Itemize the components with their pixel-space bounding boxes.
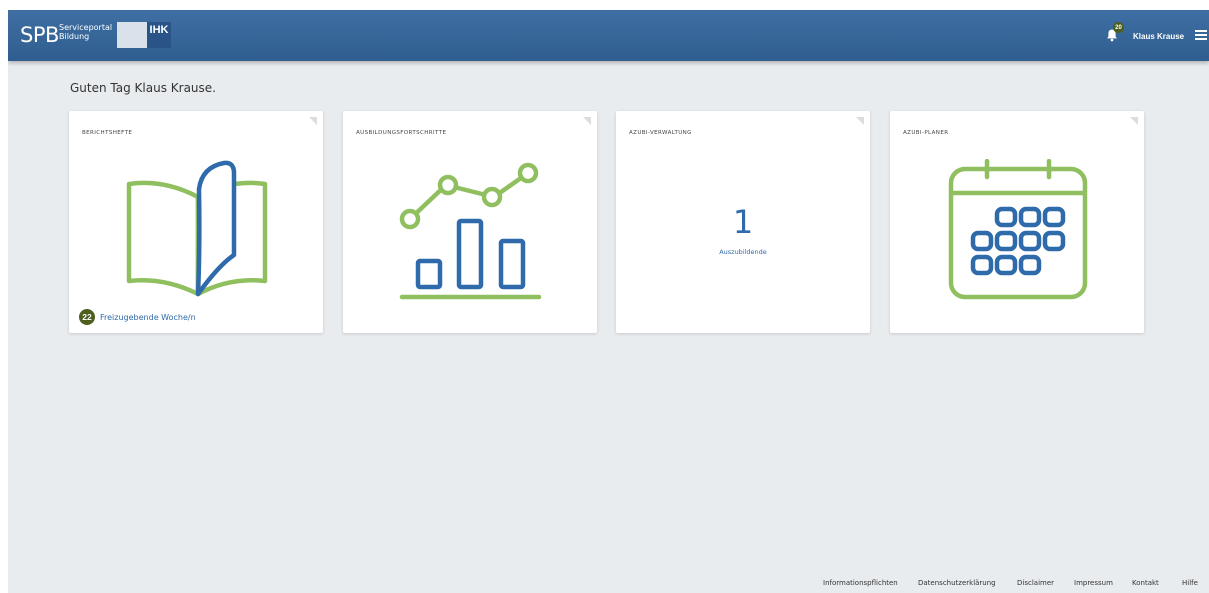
ihk-logo: IHK	[147, 22, 171, 48]
card-corner-fold-icon	[856, 117, 864, 125]
footer-link-impressum[interactable]: Impressum	[1074, 579, 1113, 587]
card-corner-fold-icon	[309, 117, 317, 125]
footer-link-disclaimer[interactable]: Disclaimer	[1017, 579, 1054, 587]
card-title: BERICHTSHEFTE	[82, 130, 133, 136]
card-title: AZUBI-VERWALTUNG	[629, 130, 692, 136]
hamburger-menu-icon[interactable]	[1195, 30, 1207, 40]
card-berichtshefte[interactable]: BERICHTSHEFTE 22 Freizugebende Woche/n	[69, 111, 323, 333]
footer: Informationspflichten Datenschutzerkläru…	[8, 579, 1209, 591]
card-corner-fold-icon	[1130, 117, 1138, 125]
open-book-icon	[126, 160, 268, 297]
calendar-icon	[948, 159, 1088, 300]
card-title: AUSBILDUNGSFORTSCHRITTE	[356, 130, 447, 136]
app-frame: SPB Serviceportal Bildung IHK 20 Klaus K…	[8, 10, 1209, 593]
greeting-text: Guten Tag Klaus Krause.	[70, 81, 216, 95]
notification-count-badge[interactable]: 20	[1113, 22, 1124, 33]
footer-link-hilfe[interactable]: Hilfe	[1182, 579, 1198, 587]
card-corner-fold-icon	[583, 117, 591, 125]
progress-chart-icon	[399, 162, 542, 300]
user-name[interactable]: Klaus Krause	[1133, 32, 1184, 41]
logo-subtitle-line-1: Serviceportal	[59, 23, 113, 32]
footer-link-informationspflichten[interactable]: Informationspflichten	[823, 579, 898, 587]
logo-spb[interactable]: SPB	[20, 23, 59, 47]
top-bar: SPB Serviceportal Bildung IHK 20 Klaus K…	[8, 10, 1209, 61]
footer-link-datenschutz[interactable]: Datenschutzerklärung	[918, 579, 996, 587]
card-azubi-planer[interactable]: AZUBI-PLANER	[890, 111, 1144, 333]
count-badge: 22	[79, 309, 95, 325]
trainee-count: 1	[732, 203, 754, 241]
count-badge-label[interactable]: Freizugebende Woche/n	[100, 313, 196, 322]
logo-subtitle: Serviceportal Bildung	[59, 23, 112, 41]
card-title: AZUBI-PLANER	[903, 130, 949, 136]
card-azubi-verwaltung[interactable]: AZUBI-VERWALTUNG 1 Auszubildende	[616, 111, 870, 333]
footer-link-kontakt[interactable]: Kontakt	[1132, 579, 1159, 587]
card-ausbildungsfortschritte[interactable]: AUSBILDUNGSFORTSCHRITTE	[343, 111, 597, 333]
logo-subtitle-line-2: Bildung	[59, 32, 90, 41]
trainee-count-label: Auszubildende	[719, 248, 767, 256]
